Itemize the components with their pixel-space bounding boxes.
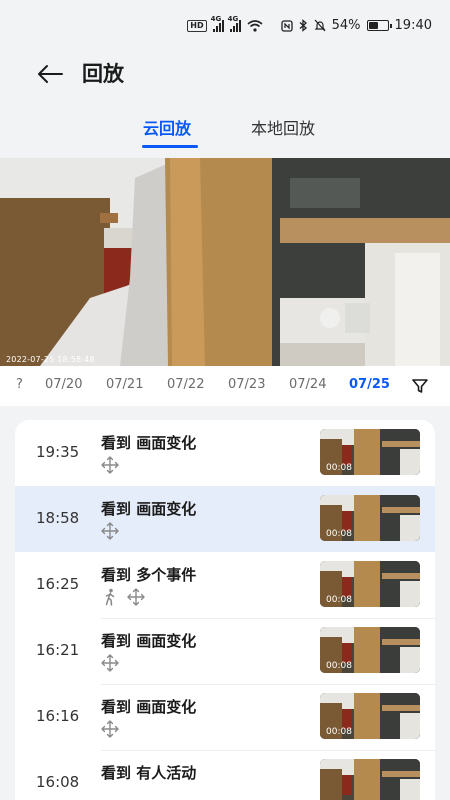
event-thumbnail[interactable]	[320, 759, 420, 800]
page-title: 回放	[82, 62, 124, 86]
bluetooth-icon	[299, 19, 307, 32]
battery-percent: 54%	[331, 18, 361, 33]
event-row[interactable]: 19:35 看到 画面变化 00:08	[15, 420, 435, 486]
event-time: 19:35	[36, 443, 80, 461]
event-row[interactable]: 18:58 看到 画面变化 00:08	[15, 486, 435, 552]
event-time: 16:08	[36, 773, 80, 791]
tab-cloud-playback[interactable]: 云回放	[143, 118, 191, 140]
event-row[interactable]: 16:08 看到 有人活动	[15, 750, 435, 800]
thumbnail-image	[320, 759, 420, 800]
date-item[interactable]: 07/20	[45, 377, 82, 392]
event-thumbnail[interactable]: 00:08	[320, 495, 420, 541]
wifi-icon	[247, 19, 263, 32]
event-row[interactable]: 16:21 看到 画面变化 00:08	[15, 618, 435, 684]
event-row[interactable]: 16:16 看到 画面变化 00:08	[15, 684, 435, 750]
event-title: 看到 有人活动	[101, 764, 197, 782]
event-type-icons	[101, 654, 119, 672]
clip-duration: 00:08	[326, 529, 352, 539]
event-type-icons	[101, 456, 119, 474]
clip-duration: 00:08	[326, 595, 352, 605]
date-item[interactable]: 07/22	[167, 377, 204, 392]
date-item[interactable]: 07/24	[289, 377, 326, 392]
event-type-icons	[101, 720, 119, 738]
video-timestamp: 2022-07-25 18:58:48	[6, 355, 95, 364]
date-selector: ? 07/20 07/21 07/22 07/23 07/24 07/25	[0, 366, 450, 406]
event-time: 16:21	[36, 641, 80, 659]
move-icon	[127, 588, 145, 606]
event-thumbnail[interactable]: 00:08	[320, 627, 420, 673]
event-type-icons	[101, 522, 119, 540]
event-thumbnail[interactable]: 00:08	[320, 561, 420, 607]
battery-icon	[366, 20, 392, 31]
move-icon	[101, 654, 119, 672]
event-time: 16:25	[36, 575, 80, 593]
clip-duration: 00:08	[326, 661, 352, 671]
title-bar: 回放	[0, 54, 450, 94]
event-time: 16:16	[36, 707, 80, 725]
event-type-icons	[101, 588, 145, 606]
signal-2-icon: 4G	[228, 15, 241, 32]
event-title: 看到 画面变化	[101, 434, 197, 452]
mute-icon	[314, 19, 326, 32]
person-walk-icon	[101, 588, 119, 606]
move-icon	[101, 720, 119, 738]
event-title: 看到 多个事件	[101, 566, 197, 584]
status-time: 19:40	[394, 18, 432, 33]
back-button[interactable]	[34, 58, 66, 90]
clip-duration: 00:08	[326, 727, 352, 737]
video-frame	[0, 158, 450, 366]
event-thumbnail[interactable]: 00:08	[320, 693, 420, 739]
event-thumbnail[interactable]: 00:08	[320, 429, 420, 475]
tab-active-indicator	[142, 145, 198, 148]
clip-duration: 00:08	[326, 463, 352, 473]
date-item[interactable]: 07/21	[106, 377, 143, 392]
event-time: 18:58	[36, 509, 80, 527]
back-arrow-icon	[38, 65, 63, 83]
event-title: 看到 画面变化	[101, 500, 197, 518]
signal-1-icon: 4G	[211, 15, 224, 32]
move-icon	[101, 456, 119, 474]
hd-badge: HD	[187, 19, 207, 32]
video-player[interactable]: 2022-07-25 18:58:48	[0, 158, 450, 366]
status-icons: HD 4G 4G 54% 19:40	[187, 15, 432, 33]
date-item[interactable]: 07/23	[228, 377, 265, 392]
date-item[interactable]: ?	[16, 377, 23, 392]
playback-tabs: 云回放 本地回放	[0, 112, 450, 152]
nfc-icon	[280, 19, 293, 32]
status-bar: HD 4G 4G 54% 19:40	[0, 0, 450, 54]
event-title: 看到 画面变化	[101, 698, 197, 716]
tab-local-playback[interactable]: 本地回放	[251, 118, 315, 140]
event-list: 19:35 看到 画面变化 00:08 18:58 看到 画面变化 00:08 16:25 看…	[15, 420, 435, 800]
event-title: 看到 画面变化	[101, 632, 197, 650]
filter-button[interactable]	[410, 376, 430, 396]
move-icon	[101, 522, 119, 540]
event-row[interactable]: 16:25 看到 多个事件 00:08	[15, 552, 435, 618]
date-item-active[interactable]: 07/25	[349, 377, 390, 392]
filter-icon	[412, 379, 428, 393]
